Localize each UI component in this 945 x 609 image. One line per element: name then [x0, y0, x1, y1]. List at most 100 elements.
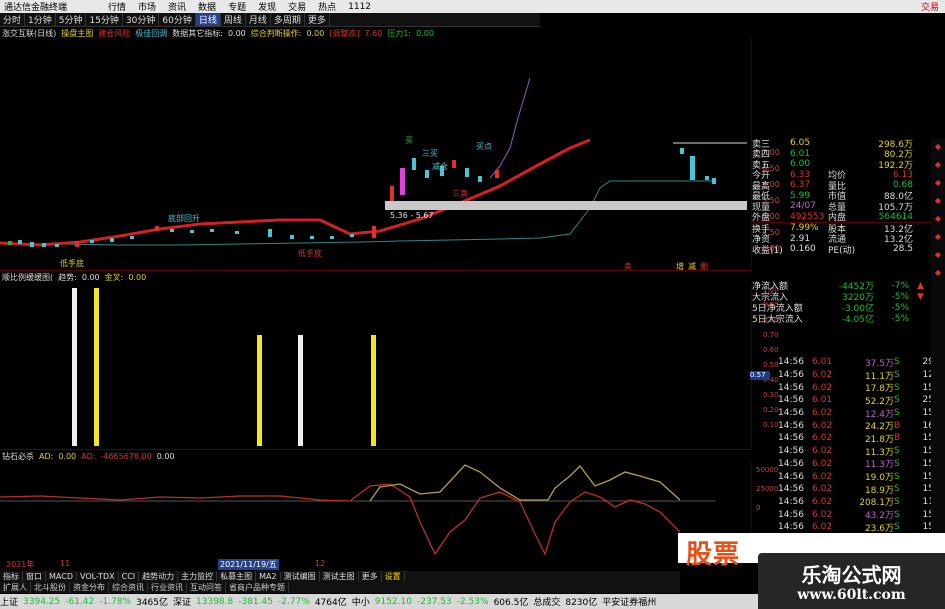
tick-side: S — [894, 509, 900, 520]
indicator-tab[interactable]: 主力监控 — [178, 571, 218, 582]
quote-row: 收益(1) 0.160 PE(动) 28.5 — [752, 244, 913, 256]
tick-volume: 43.2万 — [864, 511, 894, 522]
tick-price: 6.02 — [812, 433, 833, 444]
tick-price: 6.02 — [812, 522, 833, 533]
index-sh-name[interactable]: 上证 — [0, 595, 18, 608]
indicator-tab[interactable]: 测试编图 — [281, 571, 320, 582]
side-icon[interactable]: ◆ — [931, 156, 945, 174]
price-range-box — [385, 201, 747, 210]
period-daily[interactable]: 日线 — [195, 13, 221, 26]
moving-average-line — [0, 138, 591, 247]
tick-time: 14:56 — [778, 370, 804, 381]
indicator2-trend-value: 0.00 — [81, 272, 100, 282]
indicator-tab[interactable]: 设置 — [382, 571, 405, 582]
tick-price: 6.02 — [812, 420, 833, 431]
main-indicator-label: 操盘主图 — [61, 28, 94, 38]
indicator-tab[interactable]: 测试主图 — [320, 571, 359, 582]
menu-item-number[interactable]: 1112 — [342, 2, 377, 12]
indicator-tab[interactable]: MA2 — [256, 572, 281, 581]
side-icon[interactable]: ◆ — [931, 210, 945, 228]
side-icon[interactable]: ◆ — [931, 138, 945, 156]
side-icon[interactable]: ◆ — [931, 246, 945, 264]
tick-row: 14:56 6.02 23.6万 S 15 — [778, 521, 945, 534]
tick-side: B — [894, 420, 901, 431]
index-sz-value: 13398.8 — [196, 596, 234, 607]
period-weekly[interactable]: 周线 — [221, 13, 246, 26]
period-60min[interactable]: 60分钟 — [159, 13, 196, 26]
watermark-site-name: 乐淘公式网 — [801, 563, 902, 587]
index-zx-name[interactable]: 中小 — [352, 595, 370, 608]
side-icon[interactable]: ◆ — [931, 264, 945, 282]
menu-item-discover[interactable]: 发现 — [252, 0, 282, 13]
kline-chart[interactable] — [0, 38, 752, 268]
period-multi[interactable]: 多周期 — [271, 13, 305, 26]
menu-item-market[interactable]: 行情 — [102, 0, 132, 13]
period-15min[interactable]: 15分钟 — [86, 13, 123, 26]
reduce-signal: 减仓 — [432, 162, 448, 171]
info-tab[interactable]: 综合资讯 — [109, 582, 148, 593]
indicator-tab[interactable]: VOL-TDX — [77, 572, 119, 581]
tick-price: 6.02 — [812, 509, 833, 520]
info-tab[interactable]: 北斗股份 — [31, 582, 70, 593]
indicator-tab[interactable]: CCI — [119, 572, 140, 581]
index-sz-name[interactable]: 深证 — [173, 595, 191, 608]
index-sz-pct: -2.77% — [277, 596, 310, 607]
info-tab[interactable]: 扩展人 — [0, 582, 31, 593]
indicator-tab[interactable]: 私募主图 — [217, 571, 257, 582]
indicator2-header: 顺比例缓缓图( 趋势: 0.00 金叉: 0.00 — [2, 272, 542, 282]
fund-flow-panel: 净流入额 -4452万 -7% ▲ 大宗流入 3220万 -5% ▼ 5日净流入额 -3.00… — [752, 280, 945, 326]
tick-side: S — [894, 496, 900, 507]
menu-item-trade[interactable]: 交易 — [282, 0, 312, 13]
menu-item-hot[interactable]: 热点 — [312, 0, 342, 13]
info-tab[interactable]: 行业资讯 — [148, 582, 187, 593]
cursor-value: 0.57 — [750, 371, 770, 380]
period-monthly[interactable]: 月线 — [246, 13, 271, 26]
period-5min[interactable]: 5分钟 — [56, 13, 87, 26]
info-tab[interactable]: 省商户品种专题 — [226, 582, 289, 593]
period-timeline[interactable]: 分时 — [0, 13, 26, 26]
tick-volume: 11.3万 — [864, 460, 894, 471]
menu-item-news[interactable]: 资讯 — [162, 0, 192, 13]
down-arrow-icon: ▼ — [917, 291, 924, 302]
side-icon[interactable]: ◆ — [931, 228, 945, 246]
indicator3-chart[interactable] — [0, 462, 752, 557]
menu-item-topic[interactable]: 专题 — [222, 0, 252, 13]
period-30min[interactable]: 30分钟 — [123, 13, 160, 26]
indicator-tab[interactable]: 趋势动力 — [139, 571, 179, 582]
side-icon[interactable]: ◆ — [931, 174, 945, 192]
info-tab[interactable]: 互动问答 — [187, 582, 226, 593]
indicator-tab[interactable]: MACD — [46, 572, 77, 581]
indicator2-name[interactable]: 顺比例缓缓图( — [2, 272, 53, 283]
pressure-label: 压力1: — [387, 28, 412, 38]
tick-side: S — [894, 522, 900, 533]
menu-item-data[interactable]: 数据 — [192, 0, 222, 13]
trade-link[interactable]: 交易 — [921, 0, 945, 13]
indicator3-name[interactable]: 钻石必杀 — [2, 451, 34, 462]
indicator3-ad-value: 0.00 — [58, 451, 77, 461]
info-tab[interactable]: 资金分布 — [70, 582, 109, 593]
side-icon[interactable]: ◆ — [931, 192, 945, 210]
main-indicator-name[interactable]: 涨交互联(日线) — [2, 28, 56, 39]
tick-price: 6.02 — [812, 496, 833, 507]
indicator-tab[interactable]: 更多 — [359, 571, 382, 582]
tick-row: 14:56 6.02 11.1万 S 12 — [778, 369, 945, 382]
period-1min[interactable]: 1分钟 — [25, 13, 56, 26]
broker-name: 平安证券福州 — [602, 598, 657, 608]
indicator2-chart[interactable] — [0, 283, 752, 448]
tick-volume: 24.2万 — [864, 422, 894, 433]
indicator-tab[interactable]: 指标 — [0, 571, 23, 582]
tick-time: 14:56 — [778, 522, 804, 533]
signal-bar-yellow-1 — [94, 288, 99, 446]
buy-point-signal: 买点 — [476, 142, 492, 151]
indicator3-ad-label: AD: — [39, 451, 54, 461]
period-more[interactable]: 更多 — [305, 13, 330, 26]
indicator2-cross-label: 金叉: — [104, 272, 124, 282]
sell-signal: 三卖 — [452, 189, 468, 198]
tick-side: S — [894, 471, 900, 482]
tick-side: S — [894, 395, 900, 406]
tick-price: 6.02 — [812, 382, 833, 393]
indicator3-yellow-line — [369, 464, 681, 502]
menu-item-market2[interactable]: 市场 — [132, 0, 162, 13]
indicator-tab[interactable]: 窗口 — [23, 571, 46, 582]
index-sz-change: -381.45 — [238, 596, 273, 607]
